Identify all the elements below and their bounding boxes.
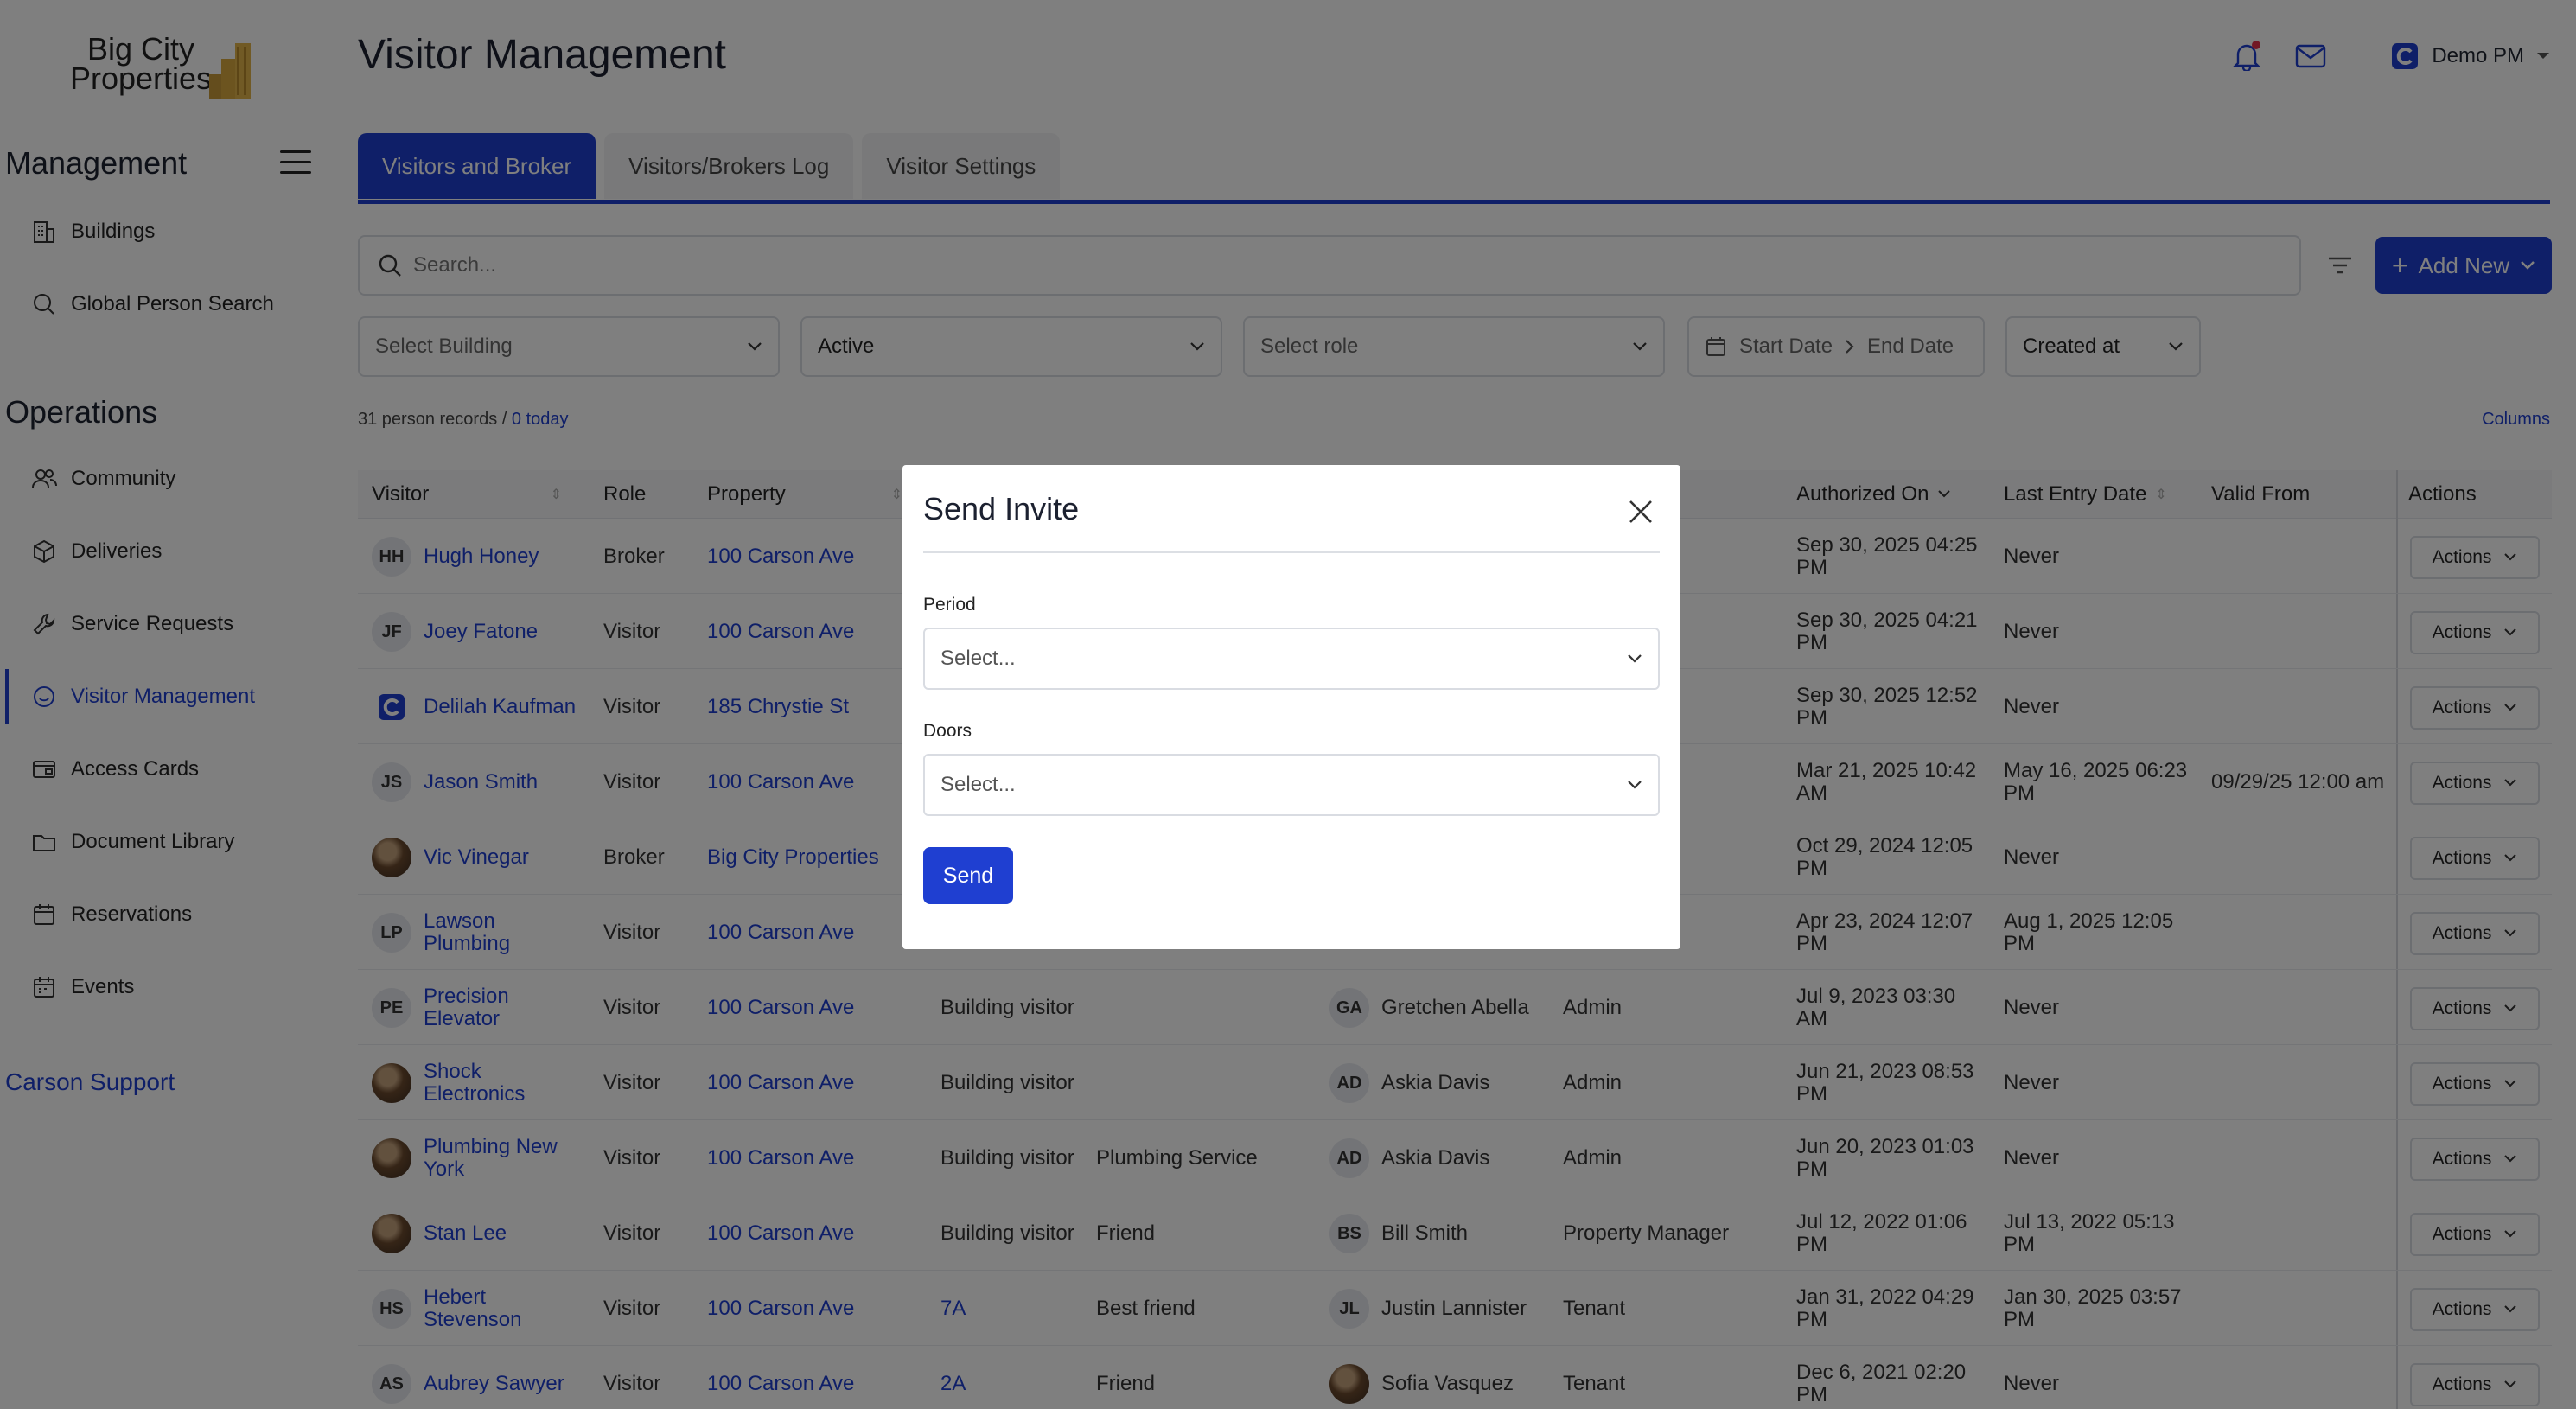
chevron-down-icon: [1628, 654, 1642, 663]
doors-label: Doors: [923, 721, 972, 741]
period-select[interactable]: Select...: [923, 628, 1660, 690]
chevron-down-icon: [1628, 781, 1642, 789]
close-icon[interactable]: [1623, 494, 1658, 529]
period-label: Period: [923, 595, 976, 615]
modal-title: Send Invite: [923, 491, 1080, 526]
send-invite-modal: Send Invite Period Select... Doors Selec…: [902, 465, 1680, 949]
send-button[interactable]: Send: [923, 847, 1013, 904]
doors-select[interactable]: Select...: [923, 754, 1660, 816]
period-select-value: Select...: [940, 647, 1016, 670]
doors-select-value: Select...: [940, 773, 1016, 796]
modal-divider: [923, 551, 1660, 553]
